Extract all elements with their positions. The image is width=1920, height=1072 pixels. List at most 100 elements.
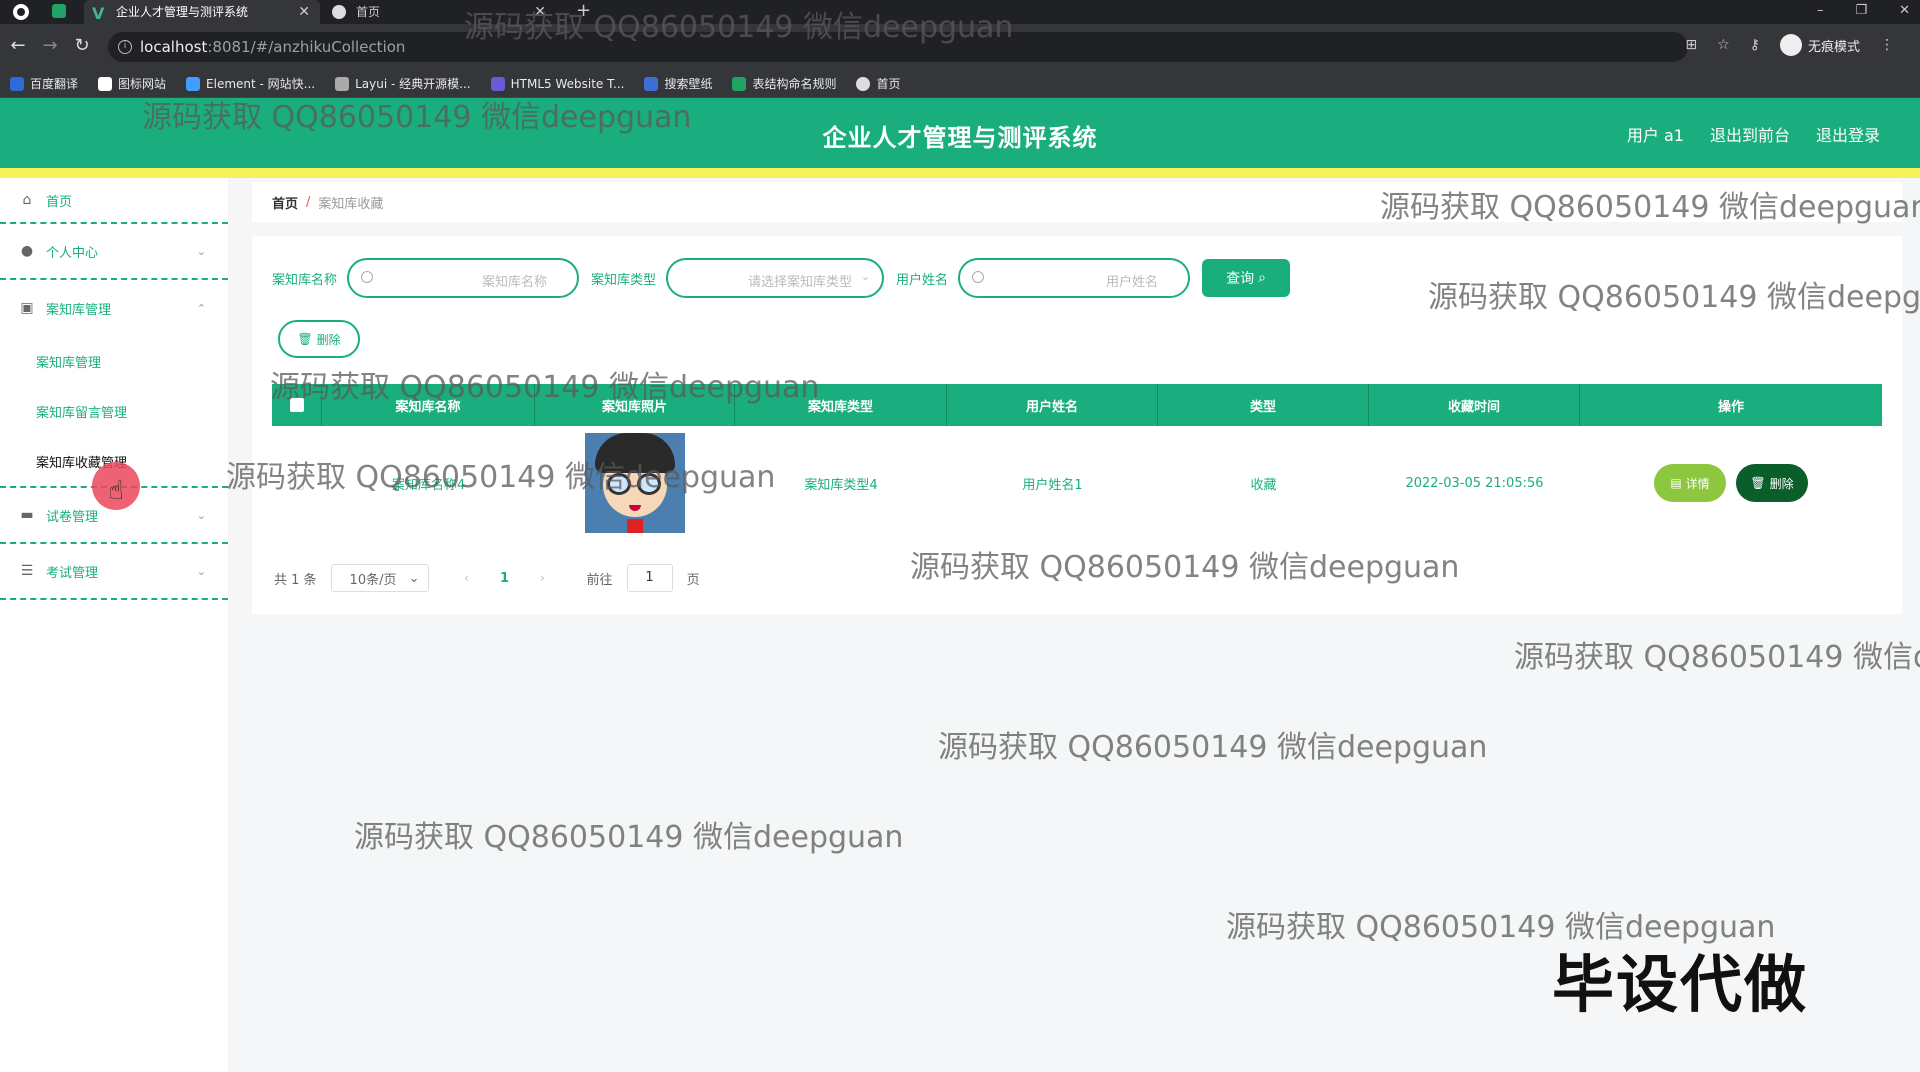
translate-icon[interactable]: ⊞ xyxy=(1685,37,1697,53)
bookmark-item[interactable]: 搜索壁纸 xyxy=(644,75,712,92)
bookmarks-bar: 百度翻译 图标网站 Element - 网站快... Layui - 经典开源模… xyxy=(0,70,1920,98)
pagination: 共 1 条 10条/页 ⌄ ‹ 1 › 前往 1 页 xyxy=(274,564,700,592)
search-icon xyxy=(972,271,985,283)
sidebar-item-exam[interactable]: ☰ 考试管理 ⌄ xyxy=(0,544,228,600)
globe-icon xyxy=(856,76,871,91)
goto-page-input[interactable]: 1 xyxy=(626,564,673,592)
sidebar: ⌂ 首页 ● 个人中心 ⌄ ▣ 案知库管理 ⌃ 案知库管理 案知库留言管理 案知… xyxy=(0,178,228,1072)
clipboard-icon: ▣ xyxy=(20,300,34,316)
wallpaper-icon xyxy=(644,76,659,91)
column-header: 操作 xyxy=(1717,399,1744,415)
sidebar-item-personal[interactable]: ● 个人中心 ⌄ xyxy=(0,224,228,280)
sidebar-item-home[interactable]: ⌂ 首页 xyxy=(0,178,228,224)
tab-title: 首页 xyxy=(356,5,381,19)
table-row: 案知库名称4 案知库类型4 用户姓名1 收藏 2022-03-05 21:05:… xyxy=(272,426,1882,540)
incognito-label: 无痕模式 xyxy=(1807,39,1860,55)
detail-label: 详情 xyxy=(1685,476,1710,491)
reload-icon[interactable]: ↻ xyxy=(70,34,94,58)
sidebar-subitem-kb-comments[interactable]: 案知库留言管理 xyxy=(0,386,228,436)
prev-page-icon[interactable]: ‹ xyxy=(457,571,477,585)
bookmark-item[interactable]: 百度翻译 xyxy=(10,75,78,92)
incognito-icon xyxy=(1779,34,1802,56)
name-search-input[interactable]: 案知库名称 xyxy=(347,258,580,298)
hand-cursor-icon: ☝ xyxy=(108,476,124,506)
chrome-logo-icon xyxy=(13,4,29,20)
document-icon: ▤ xyxy=(1670,476,1682,490)
watermark-text: 源码获取 QQ86050149 微信deepguan xyxy=(354,820,904,855)
sheet-icon xyxy=(732,76,747,91)
tab-active[interactable]: V 企业人才管理与测评系统 ✕ xyxy=(84,0,320,24)
column-header: 案知库名称 xyxy=(322,384,535,426)
key-icon[interactable]: ⚷ xyxy=(1750,37,1760,53)
vue-favicon-icon: V xyxy=(92,4,105,23)
user-search-input[interactable]: 用户姓名 xyxy=(958,258,1191,298)
menu-dots-icon[interactable]: ⋮ xyxy=(1880,37,1894,53)
cell-name: 案知库名称4 xyxy=(391,477,466,493)
page-unit-label: 页 xyxy=(686,572,700,588)
delete-button[interactable]: 🗑 删除 xyxy=(1736,464,1808,502)
type-select[interactable]: 请选择案知库类型 ⌄ xyxy=(666,258,885,298)
bookmark-icon xyxy=(10,76,24,91)
element-icon xyxy=(186,76,201,91)
pinned-tab-icon[interactable] xyxy=(52,4,66,18)
sidebar-item-label: 案知库管理 xyxy=(46,302,112,318)
detail-button[interactable]: ▤ 详情 xyxy=(1654,464,1726,502)
bookmark-item[interactable]: 图标网站 xyxy=(98,75,166,92)
forward-icon[interactable]: → xyxy=(38,34,62,58)
watermark-big-text: 毕设代做 xyxy=(1552,948,1809,1021)
type-label: 案知库类型 xyxy=(591,272,657,288)
restore-icon[interactable]: ❐ xyxy=(1855,0,1867,24)
page-size-value: 10条/页 xyxy=(349,572,397,588)
cell-photo xyxy=(535,426,735,540)
flag-icon xyxy=(98,76,113,91)
select-all-cell xyxy=(272,384,322,426)
bookmark-item[interactable]: Element - 网站快... xyxy=(186,75,315,92)
chevron-down-icon: ⌄ xyxy=(196,564,206,578)
row-select-cell xyxy=(272,426,322,540)
app-header: 企业人才管理与测评系统 用户 a1 退出到前台 退出登录 xyxy=(0,98,1920,168)
minimize-icon[interactable]: – xyxy=(1817,0,1824,24)
main-panel: 案知库名称 案知库名称 案知库类型 请选择案知库类型 ⌄ 用户姓名 用户姓名 查… xyxy=(252,236,1902,614)
search-icon xyxy=(361,271,374,283)
batch-delete-label: 删除 xyxy=(316,332,341,347)
cell-type: 案知库类型4 xyxy=(804,477,878,493)
browser-tabbar: V 企业人才管理与测评系统 ✕ 首页 ✕ + – ❐ ✕ xyxy=(0,0,1920,24)
page-number[interactable]: 1 xyxy=(491,571,519,586)
next-page-icon[interactable]: › xyxy=(533,571,553,585)
user-label: 用户 a1 xyxy=(1626,126,1684,145)
column-header: 类型 xyxy=(1158,384,1369,426)
batch-delete-button[interactable]: 🗑 删除 xyxy=(278,320,360,358)
star-icon[interactable]: ☆ xyxy=(1717,37,1730,53)
sidebar-subitem-kb[interactable]: 案知库管理 xyxy=(0,336,228,386)
tab-second[interactable]: 首页 ✕ xyxy=(324,0,556,24)
sidebar-item-kb-manage[interactable]: ▣ 案知库管理 ⌃ xyxy=(0,280,228,336)
url-input[interactable]: i localhost:8081/#/anzhikuCollection xyxy=(108,32,1688,62)
logout-link[interactable]: 退出登录 xyxy=(1816,122,1880,146)
page-size-select[interactable]: 10条/页 ⌄ xyxy=(330,564,429,592)
incognito-badge[interactable]: 无痕模式 xyxy=(1779,34,1860,56)
bookmark-item[interactable]: 表结构命名规则 xyxy=(732,75,836,92)
new-tab-icon[interactable]: + xyxy=(576,0,591,22)
info-icon[interactable]: i xyxy=(118,40,132,54)
table-header: 案知库名称 案知库照片 案知库类型 用户姓名 类型 收藏时间 操作 xyxy=(272,384,1882,426)
bookmark-item[interactable]: 首页 xyxy=(856,75,901,92)
tab-close-icon[interactable]: ✕ xyxy=(298,0,310,24)
back-icon[interactable]: ← xyxy=(6,34,30,58)
watermark-text: 源码获取 QQ86050149 微信deepguan xyxy=(938,730,1488,765)
breadcrumb-home[interactable]: 首页 xyxy=(272,193,298,212)
breadcrumb-current: 案知库收藏 xyxy=(318,196,384,212)
sidebar-item-label: 首页 xyxy=(46,194,73,210)
tab-title: 企业人才管理与测评系统 xyxy=(116,5,249,19)
sidebar-item-label: 个人中心 xyxy=(46,245,99,261)
query-button[interactable]: 查询 ⌕ xyxy=(1202,259,1291,297)
row-checkbox[interactable] xyxy=(290,476,304,490)
trash-icon: 🗑 xyxy=(1750,476,1766,490)
tab-close-icon[interactable]: ✕ xyxy=(534,0,546,24)
select-all-checkbox[interactable] xyxy=(289,398,304,412)
total-count: 共 1 条 xyxy=(274,572,317,588)
bookmark-item[interactable]: HTML5 Website T... xyxy=(490,76,624,91)
column-header: 案知库类型 xyxy=(735,384,947,426)
back-to-front-link[interactable]: 退出到前台 xyxy=(1710,122,1790,146)
close-window-icon[interactable]: ✕ xyxy=(1899,0,1910,24)
bookmark-item[interactable]: Layui - 经典开源模... xyxy=(335,75,471,92)
